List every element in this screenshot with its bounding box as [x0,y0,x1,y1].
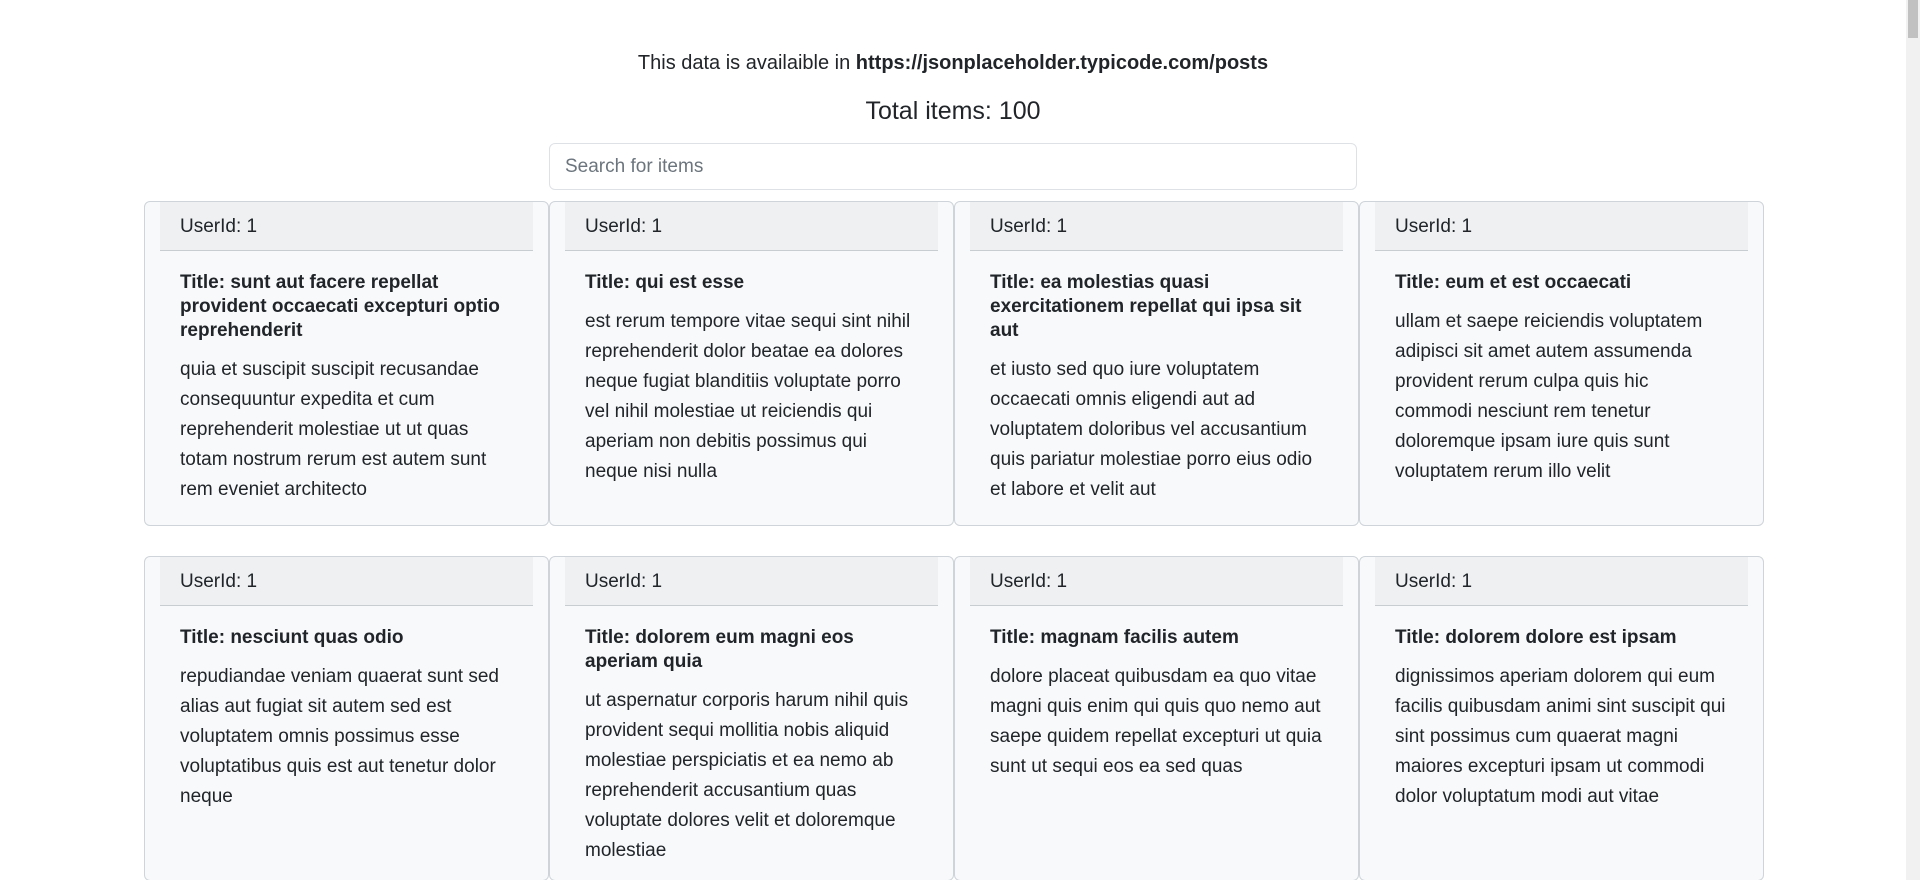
post-title-text: ea molestias quasi exercitationem repell… [990,272,1302,341]
post-title-text: sunt aut facere repellat provident occae… [180,272,500,341]
post-title-text: magnam facilis autem [1040,627,1239,648]
post-title: Title: dolorem eum magni eos aperiam qui… [585,626,918,674]
post-text: quia et suscipit suscipit recusandae con… [180,359,487,500]
post-card: UserId: 1 Title: dolorem eum magni eos a… [549,556,954,880]
post-title-text: qui est esse [635,272,745,293]
post-body: Title: magnam facilis autem dolore place… [970,606,1343,782]
posts-grid: UserId: 1 Title: sunt aut facere repella… [144,201,1764,880]
post-title-label: Title: [990,627,1036,648]
post-user-id: UserId: 1 [565,557,938,606]
post-body: Title: eum et est occaecati ullam et sae… [1375,251,1748,487]
post-title: Title: sunt aut facere repellat providen… [180,271,513,343]
post-user-id: UserId: 1 [1375,202,1748,251]
post-body: Title: sunt aut facere repellat providen… [160,251,533,505]
search-input[interactable] [549,143,1357,190]
post-title-label: Title: [180,272,226,293]
post-user-id: UserId: 1 [160,557,533,606]
post-title: Title: ea molestias quasi exercitationem… [990,271,1323,343]
post-body: Title: nesciunt quas odio repudiandae ve… [160,606,533,812]
post-title-label: Title: [1395,272,1441,293]
post-text: est rerum tempore vitae sequi sint nihil… [585,311,911,482]
post-text: repudiandae veniam quaerat sunt sed alia… [180,666,500,807]
post-user-id: UserId: 1 [565,202,938,251]
scrollbar-thumb[interactable] [1908,0,1918,38]
post-title-label: Title: [585,627,631,648]
post-user-id: UserId: 1 [970,202,1343,251]
post-card: UserId: 1 Title: eum et est occaecati ul… [1359,201,1764,526]
post-title: Title: nesciunt quas odio [180,626,513,650]
post-title-text: dolorem dolore est ipsam [1445,627,1677,648]
page: This data is availaible in https://jsonp… [0,0,1920,880]
post-card: UserId: 1 Title: dolorem dolore est ipsa… [1359,556,1764,880]
post-body: Title: dolorem eum magni eos aperiam qui… [565,606,938,866]
post-body: Title: dolorem dolore est ipsam dignissi… [1375,606,1748,812]
data-source-url: https://jsonplaceholder.typicode.com/pos… [855,52,1269,74]
post-user-id: UserId: 1 [1375,557,1748,606]
post-card: UserId: 1 Title: sunt aut facere repella… [144,201,549,526]
data-source-note: This data is availaible in https://jsonp… [0,49,1906,77]
post-body: Title: ea molestias quasi exercitationem… [970,251,1343,505]
post-card: UserId: 1 Title: nesciunt quas odio repu… [144,556,549,880]
post-title: Title: magnam facilis autem [990,626,1323,650]
post-text: dignissimos aperiam dolorem qui eum faci… [1395,666,1726,807]
post-title: Title: qui est esse [585,271,918,295]
total-items-count: Total items: 100 [865,97,1041,125]
data-source-prefix: This data is availaible in [637,52,856,74]
post-title: Title: eum et est occaecati [1395,271,1728,295]
post-card: UserId: 1 Title: ea molestias quasi exer… [954,201,1359,526]
post-user-id: UserId: 1 [970,557,1343,606]
post-title-text: eum et est occaecati [1445,272,1632,293]
post-title-text: nesciunt quas odio [230,627,404,648]
post-card: UserId: 1 Title: magnam facilis autem do… [954,556,1359,880]
post-text: et iusto sed quo iure voluptatem occaeca… [990,359,1313,500]
post-title-label: Title: [180,627,226,648]
post-text: dolore placeat quibusdam ea quo vitae ma… [990,666,1322,777]
post-user-id: UserId: 1 [160,202,533,251]
post-card: UserId: 1 Title: qui est esse est rerum … [549,201,954,526]
post-title: Title: dolorem dolore est ipsam [1395,626,1728,650]
post-text: ullam et saepe reiciendis voluptatem adi… [1395,311,1703,482]
post-text: ut aspernatur corporis harum nihil quis … [585,690,909,861]
post-title-label: Title: [585,272,631,293]
vertical-scrollbar[interactable] [1906,0,1920,880]
post-title-label: Title: [1395,627,1441,648]
post-body: Title: qui est esse est rerum tempore vi… [565,251,938,487]
post-title-label: Title: [990,272,1036,293]
